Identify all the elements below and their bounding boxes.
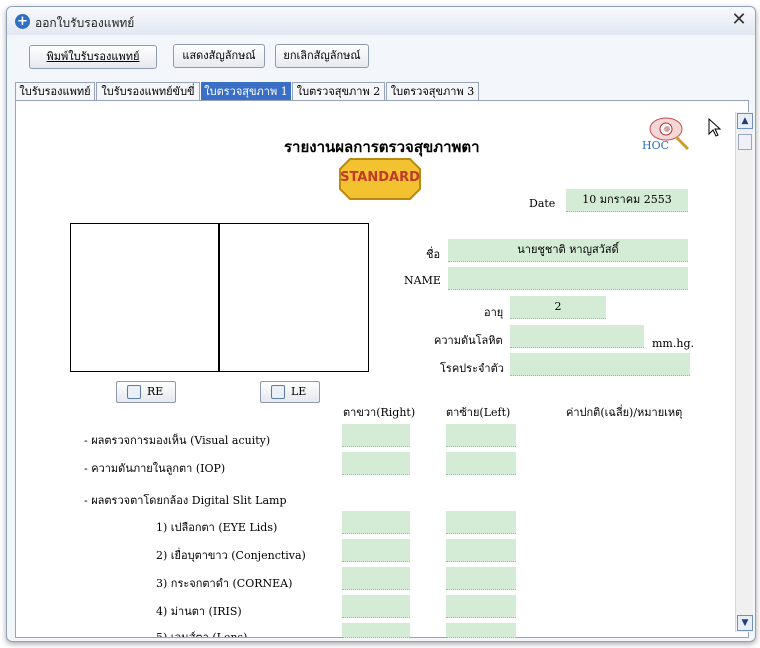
tab-health-check-3[interactable]: ใบตรวจสุขภาพ 3 bbox=[386, 82, 479, 101]
date-label: Date bbox=[529, 197, 556, 210]
name-th-label: ชื่อ bbox=[426, 248, 441, 261]
name-en-field[interactable] bbox=[448, 267, 688, 290]
zoom-icon bbox=[271, 385, 285, 399]
show-sign-button[interactable]: แสดงสัญลักษณ์ bbox=[173, 44, 265, 68]
row-conjunctiva-label: 2) เยื่อบุตาขาว (Conjenctiva) bbox=[156, 549, 306, 562]
disease-field[interactable] bbox=[510, 353, 690, 376]
report-title: รายงานผลการตรวจสุขภาพตา bbox=[284, 138, 480, 156]
iop-right-field[interactable] bbox=[342, 452, 410, 475]
bp-unit: mm.hg. bbox=[652, 337, 694, 350]
vertical-scrollbar[interactable]: ▲ ▼ bbox=[735, 112, 753, 632]
col-right-header: ตาขวา(Right) bbox=[343, 406, 416, 419]
print-certificate-button[interactable]: พิมพ์ใบรับรองแพทย์ bbox=[29, 45, 157, 69]
row-lens-label: 5) เลนส์ตา (Lens) bbox=[156, 628, 247, 637]
standard-badge: STANDARD bbox=[338, 157, 422, 201]
age-field[interactable]: 2 bbox=[510, 296, 606, 319]
date-field[interactable]: 10 มกราคม 2553 bbox=[566, 189, 688, 212]
scroll-down-icon[interactable]: ▼ bbox=[737, 615, 753, 631]
scroll-up-icon[interactable]: ▲ bbox=[737, 113, 753, 129]
name-th-field[interactable]: นายชูชาติ หาญสวัสดิ์ bbox=[448, 239, 688, 262]
mouse-cursor-icon bbox=[708, 118, 722, 137]
eye-lids-left-field[interactable] bbox=[446, 511, 516, 534]
age-label: อายุ bbox=[484, 306, 504, 319]
dialog-window: + ออกใบรับรองแพทย์ ✕ พิมพ์ใบรับรองแพทย์ … bbox=[6, 6, 756, 642]
bp-label: ความดันโลหิต bbox=[434, 334, 503, 347]
left-eye-button[interactable]: LE bbox=[260, 381, 320, 403]
logo-text: HOC bbox=[642, 139, 670, 152]
cornea-left-field[interactable] bbox=[446, 567, 516, 590]
eye-lids-right-field[interactable] bbox=[342, 511, 410, 534]
hoc-logo: HOC bbox=[636, 111, 692, 155]
visual-acuity-right-field[interactable] bbox=[342, 424, 410, 447]
bp-field[interactable] bbox=[510, 325, 644, 348]
visual-acuity-left-field[interactable] bbox=[446, 424, 516, 447]
col-left-header: ตาซ้าย(Left) bbox=[446, 406, 511, 419]
row-eye-lids-label: 1) เปลือกตา (EYE Lids) bbox=[156, 521, 278, 534]
toolbar: พิมพ์ใบรับรองแพทย์ แสดงสัญลักษณ์ ยกเลิกส… bbox=[7, 35, 755, 77]
cancel-sign-button[interactable]: ยกเลิกสัญลักษณ์ bbox=[275, 44, 369, 68]
lens-left-field[interactable] bbox=[446, 623, 516, 638]
right-eye-image bbox=[70, 223, 219, 372]
row-iris-label: 4) ม่านตา (IRIS) bbox=[156, 605, 242, 618]
iop-left-field[interactable] bbox=[446, 452, 516, 475]
iris-left-field[interactable] bbox=[446, 595, 516, 618]
conjunctiva-left-field[interactable] bbox=[446, 539, 516, 562]
row-visual-acuity-label: - ผลตรวจการมองเห็น (Visual acuity) bbox=[84, 434, 271, 447]
iris-right-field[interactable] bbox=[342, 595, 410, 618]
close-icon[interactable]: ✕ bbox=[729, 10, 749, 30]
title-bar: + ออกใบรับรองแพทย์ ✕ bbox=[7, 7, 755, 35]
badge-text: STANDARD bbox=[340, 170, 420, 185]
left-eye-image bbox=[219, 223, 369, 372]
col-note-header: ค่าปกติ(เฉลี่ย)/หมายเหตุ bbox=[566, 406, 683, 419]
cornea-right-field[interactable] bbox=[342, 567, 410, 590]
row-slit-lamp-label: - ผลตรวจตาโดยกล้อง Digital Slit Lamp bbox=[84, 494, 287, 507]
tab-health-check-1[interactable]: ใบตรวจสุขภาพ 1 bbox=[201, 82, 291, 101]
plus-icon: + bbox=[15, 14, 30, 29]
zoom-icon bbox=[127, 385, 141, 399]
scroll-thumb[interactable] bbox=[738, 134, 752, 150]
disease-label: โรคประจำตัว bbox=[440, 362, 504, 375]
row-iop-label: - ความดันภายในลูกตา (IOP) bbox=[84, 462, 226, 475]
conjunctiva-right-field[interactable] bbox=[342, 539, 410, 562]
lens-right-field[interactable] bbox=[342, 623, 410, 638]
report-panel: HOC รายงานผลการตรวจสุขภาพตา STANDARD Dat… bbox=[15, 100, 753, 638]
tab-certificate[interactable]: ใบรับรองแพทย์ bbox=[15, 82, 95, 101]
right-eye-button[interactable]: RE bbox=[116, 381, 176, 403]
row-cornea-label: 3) กระจกตาดำ (CORNEA) bbox=[156, 577, 293, 590]
window-title: ออกใบรับรองแพทย์ bbox=[35, 16, 135, 30]
tab-health-check-2[interactable]: ใบตรวจสุขภาพ 2 bbox=[292, 82, 385, 101]
name-en-label: NAME bbox=[404, 274, 441, 287]
tab-driving-certificate[interactable]: ใบรับรองแพทย์ขับขี่ bbox=[96, 82, 200, 101]
